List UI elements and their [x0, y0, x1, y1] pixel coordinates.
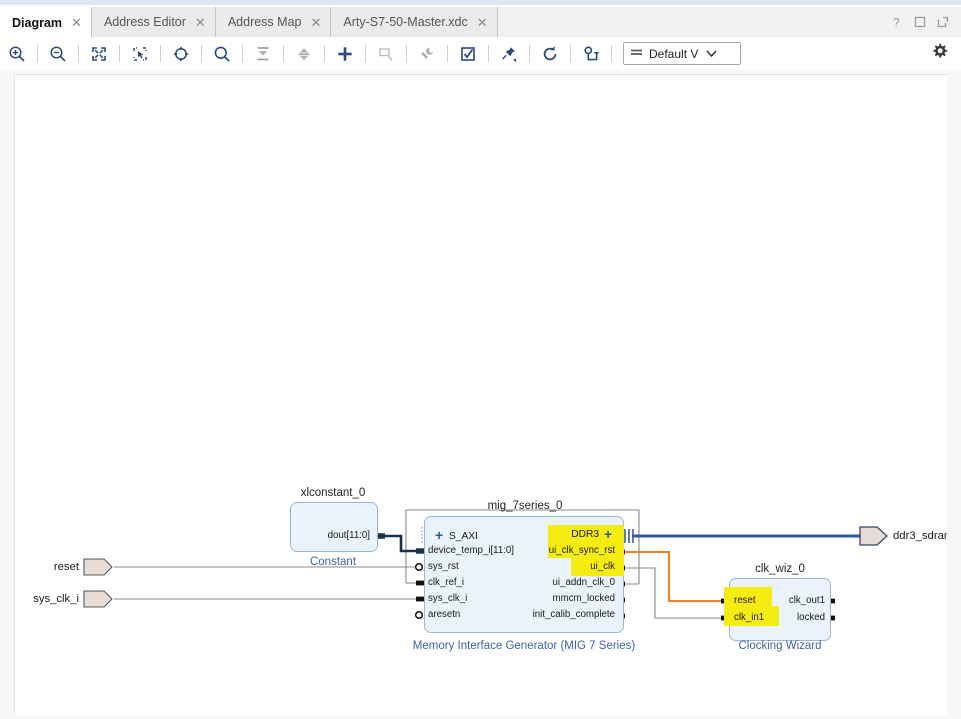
pin-init-calib-complete: init_calib_complete — [532, 609, 615, 620]
add-ip-icon[interactable] — [332, 42, 358, 66]
clk-wiz-title: clk_wiz_0 — [755, 563, 805, 575]
close-icon[interactable]: ✕ — [477, 16, 488, 29]
zoom-selection-icon[interactable] — [127, 42, 153, 66]
block-xlconstant-0[interactable] — [290, 502, 378, 552]
zoom-fit-icon[interactable] — [86, 42, 112, 66]
toolbar-right-group — [931, 43, 948, 65]
xlconstant-title: xlconstant_0 — [300, 487, 366, 499]
pin-clk-ref-i: clk_ref_i — [428, 577, 465, 588]
external-port-reset-label: reset — [53, 561, 79, 573]
net-ui-clk-sync-rst-to-clk-wiz-reset — [622, 551, 724, 602]
pin-ui-clk-sync-rst: ui_clk_sync_rst — [548, 545, 615, 556]
toolbar-separator — [160, 45, 161, 62]
optimize-routing-icon[interactable] — [578, 42, 604, 66]
toolbar-separator — [242, 45, 243, 62]
close-icon[interactable]: ✕ — [195, 16, 206, 29]
expand-all-icon[interactable] — [291, 42, 317, 66]
collapse-all-icon[interactable] — [250, 42, 276, 66]
toolbar-separator — [201, 45, 202, 62]
expand-plus-icon[interactable]: + — [435, 528, 443, 542]
toolbar-separator — [529, 45, 530, 62]
block-design-canvas[interactable]: xlconstant_0 dout[11:0] Constant mig_7se… — [14, 74, 947, 716]
zoom-in-icon[interactable] — [4, 42, 30, 66]
toolbar-separator — [37, 45, 38, 62]
tab-address-editor[interactable]: Address Editor ✕ — [91, 7, 216, 37]
list-icon — [631, 49, 642, 55]
toolbar-separator — [447, 45, 448, 62]
customize-block-icon — [414, 42, 440, 66]
pin-ui-clk: ui_clk — [590, 561, 615, 572]
validate-design-icon[interactable] — [455, 42, 481, 66]
xlconstant-subtitle: Constant — [309, 556, 357, 568]
toolbar-separator — [570, 45, 571, 62]
inverted-pin-sys-rst — [414, 562, 424, 572]
pin-dout: dout[11:0] — [327, 530, 370, 541]
interface-s-axi: S_AXI — [449, 531, 478, 542]
toolbar-separator — [488, 45, 489, 62]
pin-clk-wiz-reset: reset — [734, 595, 756, 606]
toolbar-separator — [406, 45, 407, 62]
clk-wiz-subtitle: Clocking Wizard — [738, 640, 822, 652]
mig-subtitle: Memory Interface Generator (MIG 7 Series… — [412, 640, 636, 652]
mig-title: mig_7series_0 — [487, 500, 563, 512]
tab-arty-xdc[interactable]: Arty-S7-50-Master.xdc ✕ — [331, 7, 498, 37]
external-port-ddr3-sdram-shape — [859, 526, 888, 546]
tab-label: Arty-S7-50-Master.xdc — [343, 15, 468, 29]
vivado-block-design-window: Diagram ✕ Address Editor ✕ Address Map ✕… — [0, 0, 961, 719]
external-port-reset-shape — [83, 558, 113, 576]
pin-sys-clk-i: sys_clk_i — [428, 593, 468, 604]
chevron-down-icon — [706, 50, 717, 58]
pin-ui-addn-clk-0: ui_addn_clk_0 — [552, 577, 615, 588]
tab-label: Diagram — [12, 15, 63, 30]
external-port-sys-clk-i-label: sys_clk_i — [33, 593, 79, 605]
close-icon[interactable]: ✕ — [71, 16, 82, 29]
regenerate-layout-icon[interactable] — [537, 42, 563, 66]
view-selector-value: Default V — [649, 46, 699, 61]
canvas-area: xlconstant_0 dout[11:0] Constant mig_7se… — [0, 70, 961, 719]
zoom-out-icon[interactable] — [45, 42, 71, 66]
gear-icon[interactable] — [931, 43, 948, 65]
close-icon[interactable]: ✕ — [310, 16, 321, 29]
help-icon[interactable]: ? — [890, 16, 903, 29]
toolbar-separator — [78, 45, 79, 62]
pin-clk-out1: clk_out1 — [788, 595, 825, 606]
net-ui-clk-to-clk-in1 — [622, 567, 724, 619]
external-port-ddr3-sdram-label: ddr3_sdram — [893, 530, 947, 542]
pin-mmcm-locked: mmcm_locked — [552, 593, 615, 604]
interface-ddr3: DDR3 — [571, 529, 599, 540]
tab-diagram[interactable]: Diagram ✕ — [0, 7, 92, 37]
svg-text:?: ? — [893, 16, 900, 29]
diagram-toolbar: Default V — [0, 37, 961, 71]
external-port-sys-clk-i-shape — [83, 590, 113, 608]
pin-locked: locked — [796, 612, 825, 623]
toolbar-separator — [365, 45, 366, 62]
net-dout-to-device-temp-i — [381, 534, 420, 553]
inverted-pin-aresetn — [414, 610, 424, 620]
toolbar-separator — [611, 45, 612, 62]
tab-bar-spacer — [497, 7, 890, 37]
view-selector[interactable]: Default V — [623, 42, 741, 65]
maximize-icon[interactable] — [914, 16, 926, 28]
toolbar-separator — [324, 45, 325, 62]
pin-clk-in1: clk_in1 — [734, 612, 765, 623]
tab-label: Address Map — [227, 15, 302, 29]
tab-bar: Diagram ✕ Address Editor ✕ Address Map ✕… — [0, 7, 961, 38]
pin-sys-rst: sys_rst — [428, 561, 459, 572]
toolbar-separator — [283, 45, 284, 62]
pin-aresetn: aresetn — [428, 609, 461, 620]
window-controls: ? — [890, 7, 961, 37]
search-icon[interactable] — [209, 42, 235, 66]
add-module-icon — [373, 42, 399, 66]
expand-plus-icon-ddr3[interactable]: + — [604, 527, 612, 541]
float-window-icon[interactable] — [937, 16, 949, 28]
tab-label: Address Editor — [103, 15, 186, 29]
tab-address-map[interactable]: Address Map ✕ — [215, 7, 332, 37]
pin-icon[interactable] — [496, 42, 522, 66]
focus-target-icon[interactable] — [168, 42, 194, 66]
toolbar-separator — [119, 45, 120, 62]
block-diagram: xlconstant_0 dout[11:0] Constant mig_7se… — [15, 75, 947, 716]
